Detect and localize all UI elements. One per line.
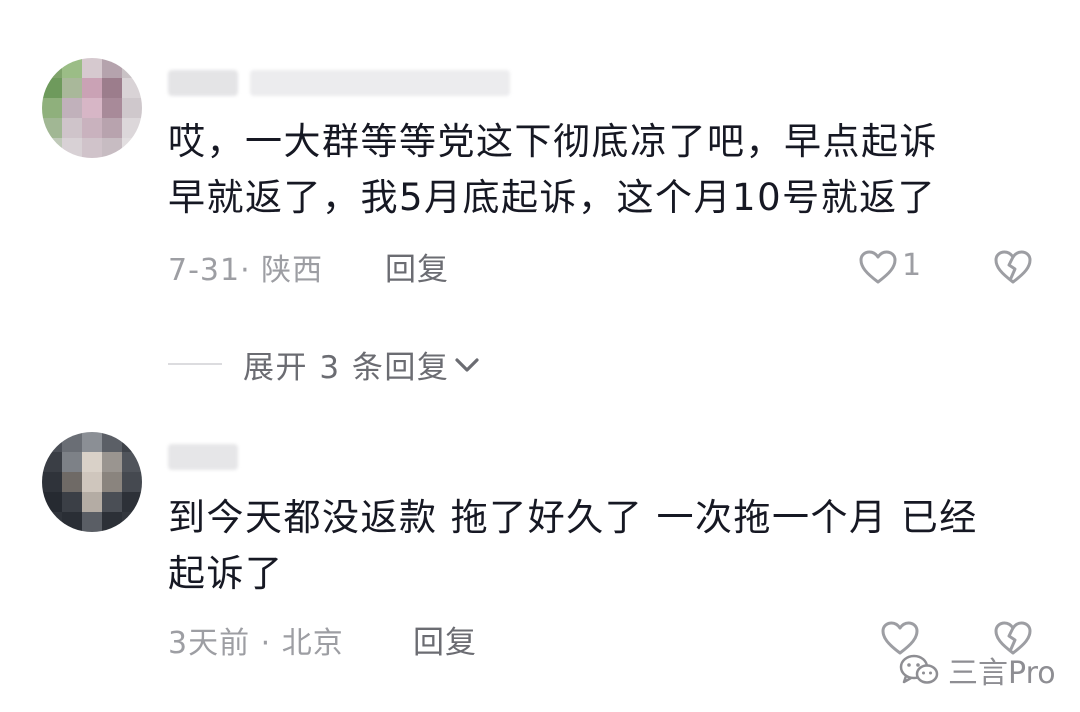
comment-text: 到今天都没返款 拖了好久了 一次拖一个月 已经 起诉了	[168, 496, 978, 595]
comment-date-location: 7-31· 陕西	[168, 253, 324, 288]
broken-heart-icon[interactable]	[993, 249, 1033, 285]
heart-outline-icon[interactable]	[858, 249, 898, 285]
comment-date-location: 3天前 · 北京	[168, 626, 344, 661]
watermark-text: 三言Pro	[948, 656, 1056, 691]
watermark: 三言Pro	[898, 648, 1056, 692]
expand-replies-label: 展开 3 条回复	[243, 350, 450, 386]
reply-button[interactable]: 回复	[413, 617, 477, 662]
expand-replies-button[interactable]: 展开 3 条回复	[243, 342, 481, 387]
avatar[interactable]	[42, 432, 142, 532]
chevron-down-icon	[453, 355, 481, 375]
comment-text: 哎，一大群等等党这下彻底凉了吧，早点起诉 早就返了，我5月底起诉，这个月10号就…	[168, 120, 938, 219]
like-count: 1	[902, 248, 922, 283]
reply-button[interactable]: 回复	[385, 244, 449, 289]
expand-divider-line	[168, 363, 222, 365]
wechat-icon	[898, 652, 940, 688]
avatar[interactable]	[42, 58, 142, 158]
